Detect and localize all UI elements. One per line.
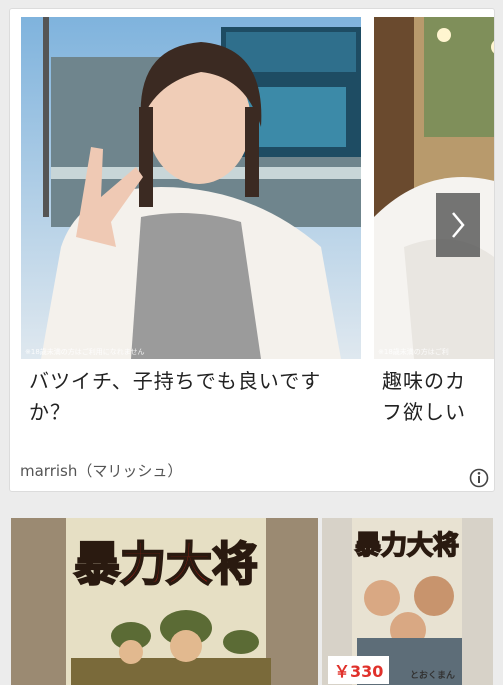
manga-title-art: 暴力大将	[74, 537, 258, 591]
author-caption: とおくまん	[410, 671, 456, 681]
sponsor-name[interactable]: marrish（マリッシュ）	[20, 460, 182, 481]
slide-title[interactable]: 趣味のカフ欲しい	[382, 366, 467, 428]
chevron-right-icon	[452, 212, 465, 238]
manga-row: 暴力大将 暴力大将 ￥330 とおくまん	[0, 518, 503, 685]
slide-title[interactable]: バツイチ、子持ちでも良いですか？	[29, 366, 359, 428]
manga-title-art: 暴力大将	[355, 531, 459, 561]
manga-card[interactable]: 暴力大将 ￥330 とおくまん	[322, 518, 493, 685]
slide-photo[interactable]: ※18歳未満の方はご利用になれません	[21, 17, 361, 359]
age-disclaimer: ※18歳未満の方はご利	[378, 348, 449, 356]
carousel-next-button[interactable]	[436, 193, 480, 257]
manga-card[interactable]: 暴力大将	[11, 518, 318, 685]
ad-card[interactable]: ※18歳未満の方はご利用になれません バツイチ、子持ちでも良いですか？ ※18歳…	[9, 8, 495, 492]
ad-carousel[interactable]: ※18歳未満の方はご利用になれません バツイチ、子持ちでも良いですか？ ※18歳…	[10, 9, 494, 449]
slide-photo[interactable]: ※18歳未満の方はご利	[374, 17, 494, 359]
info-icon[interactable]	[469, 468, 489, 488]
price-badge: ￥330	[328, 656, 390, 684]
age-disclaimer: ※18歳未満の方はご利用になれません	[25, 348, 145, 356]
